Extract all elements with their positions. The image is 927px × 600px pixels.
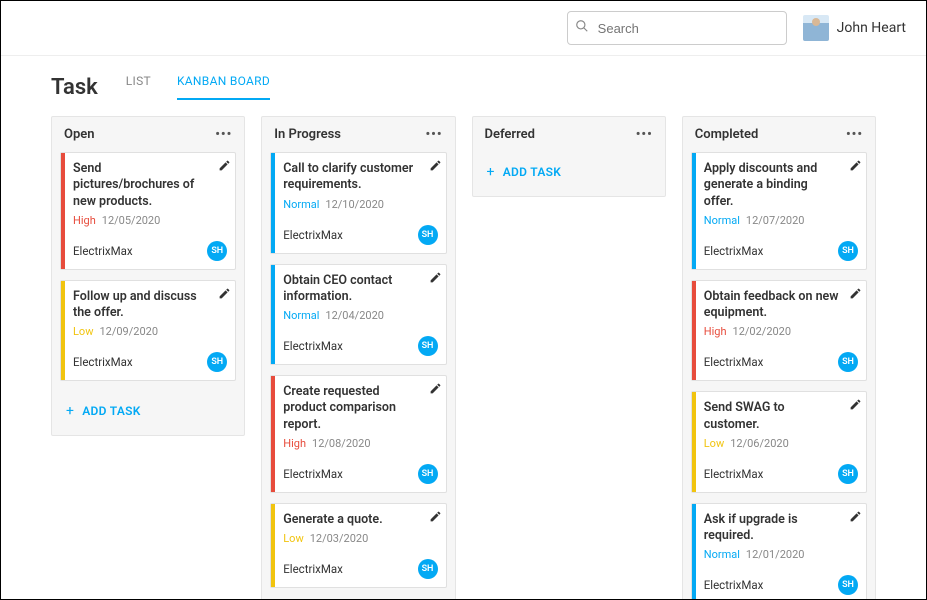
tab-list[interactable]: LIST	[126, 74, 151, 100]
pencil-icon[interactable]	[218, 287, 231, 304]
search-icon	[575, 19, 589, 37]
assignee-badge: SH	[207, 352, 227, 372]
task-date: 12/06/2020	[730, 437, 789, 450]
task-card[interactable]: Send pictures/brochures of new products.…	[60, 152, 236, 270]
column-title: Completed	[695, 127, 759, 142]
search-box	[567, 11, 787, 45]
task-title: Create requested product comparison repo…	[283, 384, 437, 433]
task-card[interactable]: Obtain CEO contact information. Normal 12/…	[270, 264, 446, 366]
company-label: ElectrixMax	[73, 355, 133, 369]
kanban-board: Open ••• Send pictures/brochures of new …	[1, 110, 926, 600]
pencil-icon[interactable]	[218, 159, 231, 176]
search-input[interactable]	[567, 11, 787, 45]
task-title: Apply discounts and generate a binding o…	[704, 161, 858, 210]
avatar	[803, 15, 829, 41]
task-title: Ask if upgrade is required.	[704, 512, 858, 545]
task-card[interactable]: Ask if upgrade is required. Normal 12/01/2…	[691, 503, 867, 600]
priority-label: High	[73, 214, 96, 227]
priority-label: Normal	[704, 214, 740, 227]
task-title: Obtain feedback on new equipment.	[704, 289, 858, 322]
task-card[interactable]: Send SWAG to customer. Low 12/06/2020 Elect…	[691, 391, 867, 493]
company-label: ElectrixMax	[704, 578, 764, 592]
task-date: 12/08/2020	[312, 437, 371, 450]
company-label: ElectrixMax	[283, 228, 343, 242]
task-card[interactable]: Follow up and discuss the offer. Low 12/09…	[60, 280, 236, 382]
column-menu-icon[interactable]: •••	[636, 127, 653, 142]
column-inprogress: In Progress ••• Call to clarify customer…	[261, 116, 455, 600]
task-title: Send SWAG to customer.	[704, 400, 858, 433]
priority-label: Low	[73, 325, 93, 338]
column-title: Open	[64, 127, 95, 142]
assignee-badge: SH	[838, 575, 858, 595]
assignee-badge: SH	[418, 464, 438, 484]
user-name: John Heart	[837, 20, 906, 36]
pencil-icon[interactable]	[849, 398, 862, 415]
pencil-icon[interactable]	[849, 510, 862, 527]
task-title: Follow up and discuss the offer.	[73, 289, 227, 322]
pencil-icon[interactable]	[849, 287, 862, 304]
task-card[interactable]: Obtain feedback on new equipment. High 12/…	[691, 280, 867, 382]
column-menu-icon[interactable]: •••	[846, 127, 863, 142]
plus-icon: +	[66, 403, 74, 419]
pencil-icon[interactable]	[849, 159, 862, 176]
plus-icon: +	[487, 164, 495, 180]
task-title: Send pictures/brochures of new products.	[73, 161, 227, 210]
company-label: ElectrixMax	[283, 339, 343, 353]
task-card[interactable]: Apply discounts and generate a binding o…	[691, 152, 867, 270]
column-title: In Progress	[274, 127, 341, 142]
task-title: Obtain CEO contact information.	[283, 273, 437, 306]
pencil-icon[interactable]	[429, 271, 442, 288]
priority-label: Normal	[283, 309, 319, 322]
task-date: 12/02/2020	[733, 325, 792, 338]
user-menu[interactable]: John Heart	[803, 15, 906, 41]
priority-label: Normal	[704, 548, 740, 561]
task-date: 12/07/2020	[746, 214, 805, 227]
company-label: ElectrixMax	[73, 244, 133, 258]
assignee-badge: SH	[418, 336, 438, 356]
priority-label: High	[283, 437, 306, 450]
company-label: ElectrixMax	[704, 244, 764, 258]
add-task-button[interactable]: +ADD TASK	[52, 391, 244, 433]
assignee-badge: SH	[207, 241, 227, 261]
priority-label: Low	[283, 532, 303, 545]
assignee-badge: SH	[838, 352, 858, 372]
task-card[interactable]: Generate a quote. Low 12/03/2020 ElectrixMa…	[270, 503, 446, 588]
pencil-icon[interactable]	[429, 382, 442, 399]
company-label: ElectrixMax	[704, 467, 764, 481]
task-date: 12/10/2020	[325, 198, 384, 211]
column-title: Deferred	[485, 127, 535, 142]
add-task-button[interactable]: +ADD TASK	[473, 152, 665, 194]
page-title: Task	[51, 75, 98, 100]
task-date: 12/09/2020	[99, 325, 158, 338]
tab-kanban[interactable]: KANBAN BOARD	[177, 74, 270, 100]
assignee-badge: SH	[838, 464, 858, 484]
assignee-badge: SH	[418, 559, 438, 579]
assignee-badge: SH	[418, 225, 438, 245]
task-card[interactable]: Call to clarify customer requirements. No…	[270, 152, 446, 254]
column-menu-icon[interactable]: •••	[425, 127, 442, 142]
task-date: 12/04/2020	[325, 309, 384, 322]
company-label: ElectrixMax	[283, 467, 343, 481]
column-completed: Completed ••• Apply discounts and genera…	[682, 116, 876, 600]
priority-label: Low	[704, 437, 724, 450]
pencil-icon[interactable]	[429, 159, 442, 176]
task-title: Call to clarify customer requirements.	[283, 161, 437, 194]
company-label: ElectrixMax	[283, 562, 343, 576]
priority-label: Normal	[283, 198, 319, 211]
task-card[interactable]: Create requested product comparison repo…	[270, 375, 446, 493]
column-deferred: Deferred ••• +ADD TASK	[472, 116, 666, 197]
task-date: 12/05/2020	[102, 214, 161, 227]
task-title: Generate a quote.	[283, 512, 437, 528]
pencil-icon[interactable]	[429, 510, 442, 527]
column-open: Open ••• Send pictures/brochures of new …	[51, 116, 245, 436]
priority-label: High	[704, 325, 727, 338]
task-date: 12/01/2020	[746, 548, 805, 561]
company-label: ElectrixMax	[704, 355, 764, 369]
column-menu-icon[interactable]: •••	[215, 127, 232, 142]
assignee-badge: SH	[838, 241, 858, 261]
task-date: 12/03/2020	[310, 532, 369, 545]
